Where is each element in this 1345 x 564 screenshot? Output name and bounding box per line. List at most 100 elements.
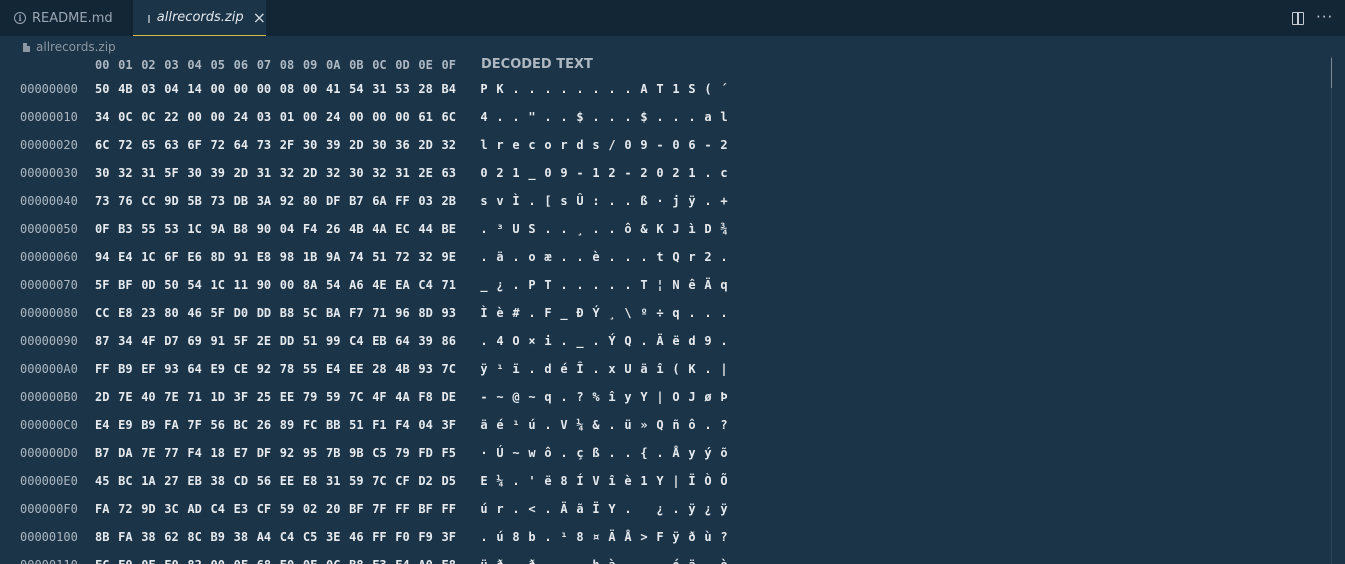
- decoded-char[interactable]: b: [525, 530, 539, 544]
- hex-byte[interactable]: 0C: [141, 110, 155, 124]
- decoded-char[interactable]: ?: [573, 390, 587, 404]
- decoded-char[interactable]: U: [621, 362, 635, 376]
- decoded-char[interactable]: j: [669, 194, 683, 208]
- decoded-char[interactable]: ë: [669, 334, 683, 348]
- hex-byte[interactable]: 8A: [303, 278, 317, 292]
- decoded-char[interactable]: Ä: [557, 502, 571, 516]
- decoded-char[interactable]: _: [557, 306, 571, 320]
- decoded-char[interactable]: +: [717, 194, 731, 208]
- hex-byte[interactable]: 36: [395, 138, 409, 152]
- hex-byte[interactable]: B9: [141, 418, 155, 432]
- hex-byte[interactable]: FF: [95, 362, 109, 376]
- decoded-char[interactable]: &: [589, 418, 603, 432]
- hex-byte[interactable]: 64: [234, 138, 248, 152]
- hex-byte[interactable]: 93: [164, 362, 178, 376]
- hex-byte[interactable]: D0: [234, 306, 248, 320]
- hex-byte[interactable]: 39: [326, 138, 340, 152]
- decoded-char[interactable]: \: [621, 306, 635, 320]
- hex-byte[interactable]: F8: [418, 390, 432, 404]
- decoded-char[interactable]: s: [557, 194, 571, 208]
- hex-byte[interactable]: 9A: [326, 250, 340, 264]
- decoded-char[interactable]: o: [541, 138, 555, 152]
- hex-byte[interactable]: 00: [257, 82, 271, 96]
- hex-byte[interactable]: 38: [211, 474, 225, 488]
- decoded-char[interactable]: Þ: [717, 390, 731, 404]
- hex-byte[interactable]: 44: [418, 222, 432, 236]
- hex-byte[interactable]: 59: [326, 390, 340, 404]
- hex-byte[interactable]: 9B: [349, 446, 363, 460]
- hex-byte[interactable]: 71: [187, 390, 201, 404]
- decoded-char[interactable]: õ: [717, 446, 731, 460]
- decoded-char[interactable]: .: [477, 222, 491, 236]
- decoded-char[interactable]: .: [605, 418, 619, 432]
- hex-byte[interactable]: BC: [234, 418, 248, 432]
- hex-byte[interactable]: F4: [395, 418, 409, 432]
- decoded-char[interactable]: l: [477, 138, 491, 152]
- hex-byte[interactable]: 28: [418, 82, 432, 96]
- decoded-char[interactable]: ü: [621, 418, 635, 432]
- decoded-char[interactable]: ¿: [653, 502, 667, 516]
- hex-byte[interactable]: 32: [372, 166, 386, 180]
- decoded-char[interactable]: .: [621, 82, 635, 96]
- decoded-char[interactable]: i: [541, 334, 555, 348]
- decoded-char[interactable]: 1: [685, 166, 699, 180]
- decoded-char[interactable]: 4: [477, 110, 491, 124]
- hex-byte[interactable]: 00: [211, 110, 225, 124]
- hex-byte[interactable]: 7C: [442, 362, 456, 376]
- hex-byte[interactable]: E4: [326, 362, 340, 376]
- hex-byte[interactable]: FF: [442, 502, 456, 516]
- hex-byte[interactable]: 56: [257, 474, 271, 488]
- decoded-char[interactable]: ú: [477, 502, 491, 516]
- hex-byte[interactable]: E7: [234, 446, 248, 460]
- hex-byte[interactable]: CE: [234, 362, 248, 376]
- hex-byte[interactable]: 14: [187, 82, 201, 96]
- hex-byte[interactable]: C4: [211, 502, 225, 516]
- hex-byte[interactable]: 00: [303, 110, 317, 124]
- hex-byte[interactable]: 32: [326, 166, 340, 180]
- decoded-char[interactable]: s: [589, 138, 603, 152]
- hex-byte[interactable]: 01: [280, 110, 294, 124]
- decoded-char[interactable]: N: [669, 278, 683, 292]
- decoded-char[interactable]: -: [701, 138, 715, 152]
- hex-byte[interactable]: 7C: [349, 390, 363, 404]
- hex-byte[interactable]: 38: [141, 530, 155, 544]
- hex-byte[interactable]: 31: [141, 166, 155, 180]
- decoded-char[interactable]: ¼: [573, 418, 587, 432]
- hex-byte[interactable]: 90: [257, 278, 271, 292]
- hex-byte[interactable]: 2E: [418, 166, 432, 180]
- decoded-char[interactable]: .: [509, 278, 523, 292]
- decoded-char[interactable]: 4: [493, 334, 507, 348]
- hex-byte[interactable]: 53: [164, 222, 178, 236]
- decoded-char[interactable]: .: [509, 502, 523, 516]
- decoded-char[interactable]: ú: [493, 530, 507, 544]
- hex-byte[interactable]: F7: [349, 306, 363, 320]
- hex-byte[interactable]: E4: [395, 558, 409, 564]
- decoded-char[interactable]: 8: [573, 530, 587, 544]
- hex-byte[interactable]: 31: [372, 82, 386, 96]
- hex-byte[interactable]: 18: [211, 446, 225, 460]
- decoded-char[interactable]: .: [701, 306, 715, 320]
- decoded-char[interactable]: y: [685, 446, 699, 460]
- decoded-char[interactable]: ÿ: [685, 502, 699, 516]
- hex-byte[interactable]: 40: [141, 390, 155, 404]
- hex-byte[interactable]: B9: [118, 362, 132, 376]
- decoded-char[interactable]: .: [717, 306, 731, 320]
- decoded-char[interactable]: .: [573, 278, 587, 292]
- decoded-char[interactable]: .: [477, 530, 491, 544]
- hex-byte[interactable]: C4: [418, 278, 432, 292]
- hex-byte[interactable]: 9E: [442, 250, 456, 264]
- tab-readme[interactable]: i README.md: [0, 0, 132, 36]
- decoded-char[interactable]: Ä: [605, 530, 619, 544]
- decoded-char[interactable]: 8: [509, 530, 523, 544]
- decoded-char[interactable]: .: [557, 446, 571, 460]
- hex-byte[interactable]: 63: [164, 138, 178, 152]
- hex-byte[interactable]: 2F: [280, 138, 294, 152]
- hex-byte[interactable]: 32: [442, 138, 456, 152]
- decoded-char[interactable]: ß: [637, 194, 651, 208]
- hex-byte[interactable]: 73: [257, 138, 271, 152]
- hex-byte[interactable]: 00: [395, 110, 409, 124]
- hex-byte[interactable]: 31: [326, 474, 340, 488]
- hex-byte[interactable]: 5F: [211, 306, 225, 320]
- hex-byte[interactable]: 64: [395, 334, 409, 348]
- decoded-char[interactable]: ¦: [653, 278, 667, 292]
